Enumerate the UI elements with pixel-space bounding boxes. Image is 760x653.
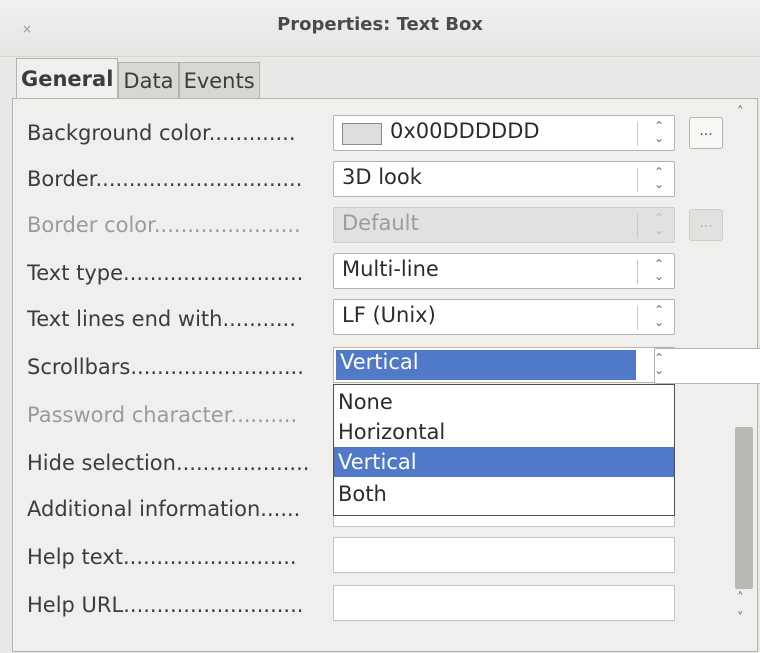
scrollbars-value: Vertical	[340, 350, 419, 374]
dropdown-option-vertical[interactable]: Vertical	[334, 447, 674, 477]
scrollbar-thumb[interactable]	[735, 427, 753, 589]
hide-selection-label: Hide selection....................	[27, 451, 310, 475]
tab-events[interactable]: Events	[178, 62, 260, 99]
scrollbars-dropdown-list: None Horizontal Vertical Both	[333, 384, 675, 516]
dropdown-option-horizontal[interactable]: Horizontal	[334, 417, 674, 447]
background-color-select[interactable]: 0x00DDDDDD ⌃ ⌄	[333, 115, 675, 151]
tab-general[interactable]: General	[16, 58, 119, 99]
background-color-label: Background color.............	[27, 121, 296, 145]
border-label: Border...............................	[27, 167, 303, 191]
background-color-value: 0x00DDDDDD	[390, 119, 540, 143]
background-color-button[interactable]: ...	[689, 117, 723, 149]
scrollbars-label: Scrollbars..........................	[27, 355, 304, 379]
general-properties-panel: Background color............. 0x00DDDDDD…	[12, 98, 760, 652]
spin-icon[interactable]: ⌃ ⌄	[654, 258, 664, 282]
border-value: 3D look	[342, 165, 422, 189]
additional-information-label: Additional information......	[27, 497, 301, 521]
tab-bar: General Data Events	[16, 58, 260, 99]
spin-icon[interactable]: ⌃ ⌄	[654, 352, 664, 376]
border-color-select[interactable]: Default ⌃ ⌄	[333, 207, 675, 243]
scroll-down-icon[interactable]: ˅	[737, 611, 744, 626]
tab-data[interactable]: Data	[118, 62, 179, 99]
panel-scrollbar[interactable]: ˄ ˄ ˅	[733, 105, 755, 645]
dropdown-option-both[interactable]: Both	[334, 479, 674, 509]
help-url-label: Help URL...........................	[27, 593, 304, 617]
help-text-label: Help text..........................	[27, 545, 297, 569]
scroll-up-icon[interactable]: ˄	[737, 591, 744, 606]
title-bar: × Properties: Text Box	[0, 0, 760, 57]
border-color-button[interactable]: ...	[689, 209, 723, 241]
dropdown-option-none[interactable]: None	[334, 387, 674, 417]
text-type-label: Text type...........................	[27, 261, 304, 285]
color-swatch	[342, 123, 382, 145]
border-color-value: Default	[342, 211, 419, 235]
border-select[interactable]: 3D look ⌃ ⌄	[333, 161, 675, 197]
text-lines-end-label: Text lines end with...........	[27, 307, 296, 331]
border-color-label: Border color......................	[27, 213, 301, 237]
help-text-field[interactable]	[333, 537, 675, 573]
text-lines-end-select[interactable]: LF (Unix) ⌃ ⌄	[333, 299, 675, 335]
spin-icon[interactable]: ⌃ ⌄	[654, 304, 664, 328]
password-character-label: Password character..........	[27, 403, 298, 427]
text-type-value: Multi-line	[342, 257, 439, 281]
text-lines-end-value: LF (Unix)	[342, 303, 436, 327]
scroll-up-icon[interactable]: ˄	[737, 105, 744, 120]
text-type-select[interactable]: Multi-line ⌃ ⌄	[333, 253, 675, 289]
spin-icon[interactable]: ⌃ ⌄	[654, 166, 664, 190]
spin-icon[interactable]: ⌃ ⌄	[654, 212, 664, 236]
window-title: Properties: Text Box	[277, 14, 483, 35]
spin-icon[interactable]: ⌃ ⌄	[654, 120, 664, 144]
scrollbars-select[interactable]: Vertical ⌃ ⌄	[333, 347, 760, 384]
help-url-field[interactable]	[333, 585, 675, 621]
